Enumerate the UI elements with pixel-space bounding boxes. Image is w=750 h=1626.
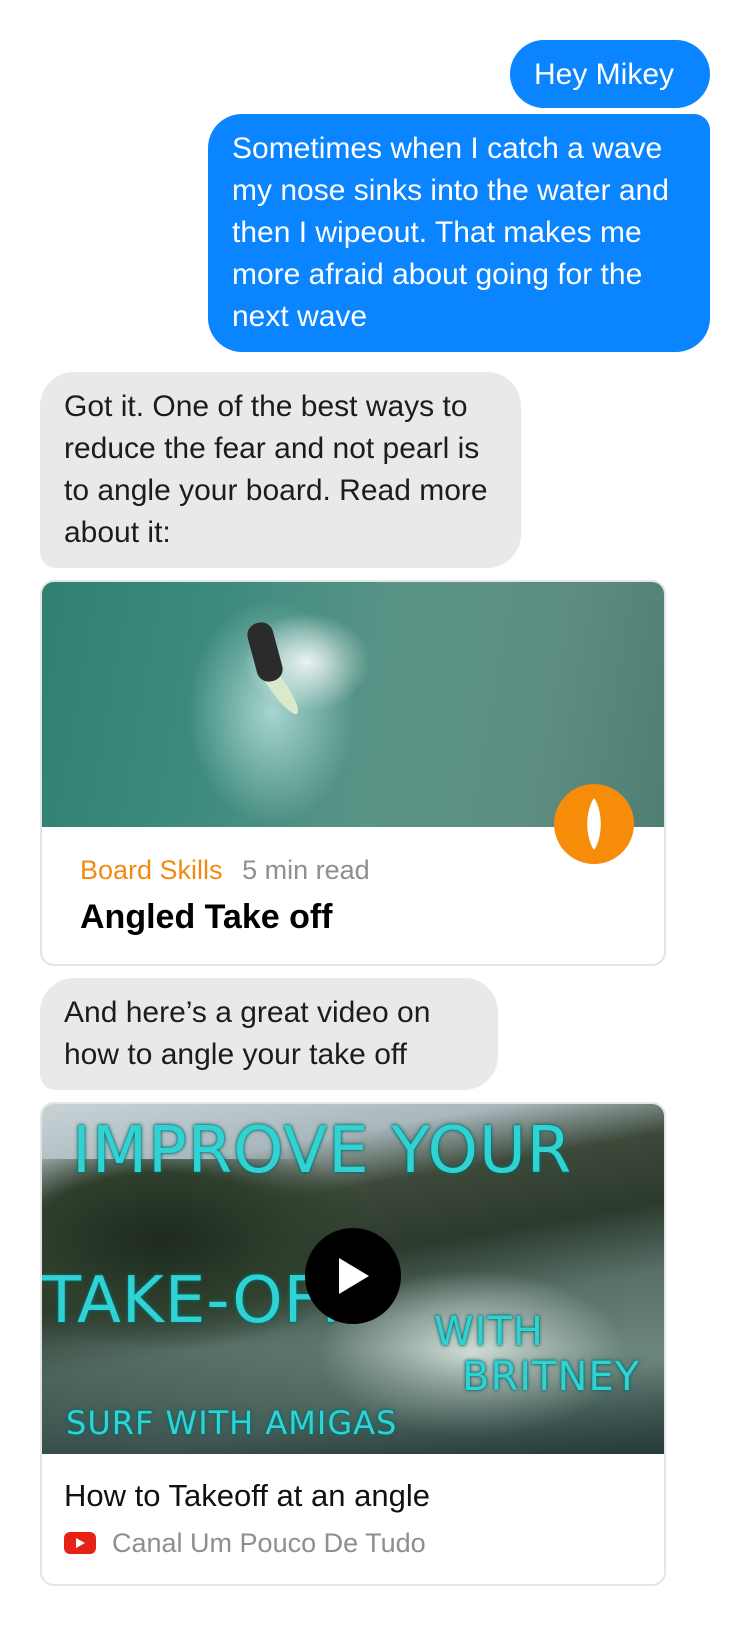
outgoing-message-bubble[interactable]: Hey Mikey <box>510 40 710 108</box>
video-channel-row: Canal Um Pouco De Tudo <box>64 1526 642 1560</box>
outgoing-message-bubble[interactable]: Sometimes when I catch a wave my nose si… <box>208 114 710 352</box>
article-card[interactable]: Board Skills 5 min read Angled Take off <box>40 580 666 966</box>
chat-thread: Hey Mikey Sometimes when I catch a wave … <box>0 0 750 1626</box>
incoming-message-bubble[interactable]: Got it. One of the best ways to reduce t… <box>40 372 521 568</box>
thumbnail-text-line: WITH <box>434 1309 544 1355</box>
article-title: Angled Take off <box>80 898 333 936</box>
article-meta-row: Board Skills 5 min read <box>80 853 626 887</box>
youtube-icon <box>64 1532 96 1554</box>
video-title: How to Takeoff at an angle <box>64 1478 430 1513</box>
thumbnail-text-line: BRITNEY <box>462 1354 641 1400</box>
video-card[interactable]: IMPROVE YOUR TAKE-OFF WITH BRITNEY SURF … <box>40 1102 666 1586</box>
video-meta: How to Takeoff at an angle Canal Um Pouc… <box>42 1454 664 1560</box>
article-category: Board Skills <box>80 855 223 885</box>
article-read-time: 5 min read <box>242 855 370 885</box>
play-button[interactable] <box>305 1228 401 1324</box>
surfer-graphic <box>244 619 286 685</box>
play-icon <box>339 1258 369 1294</box>
surfboard-icon <box>554 784 634 864</box>
thumbnail-text-line: IMPROVE YOUR <box>72 1114 573 1188</box>
youtube-play-glyph <box>76 1538 85 1548</box>
video-channel: Canal Um Pouco De Tudo <box>112 1528 426 1558</box>
thumbnail-text-line: SURF WITH AMIGAS <box>66 1404 398 1442</box>
video-thumbnail[interactable]: IMPROVE YOUR TAKE-OFF WITH BRITNEY SURF … <box>42 1104 664 1454</box>
incoming-message-bubble[interactable]: And here’s a great video on how to angle… <box>40 978 498 1090</box>
surfboard-icon-glyph <box>587 798 601 850</box>
